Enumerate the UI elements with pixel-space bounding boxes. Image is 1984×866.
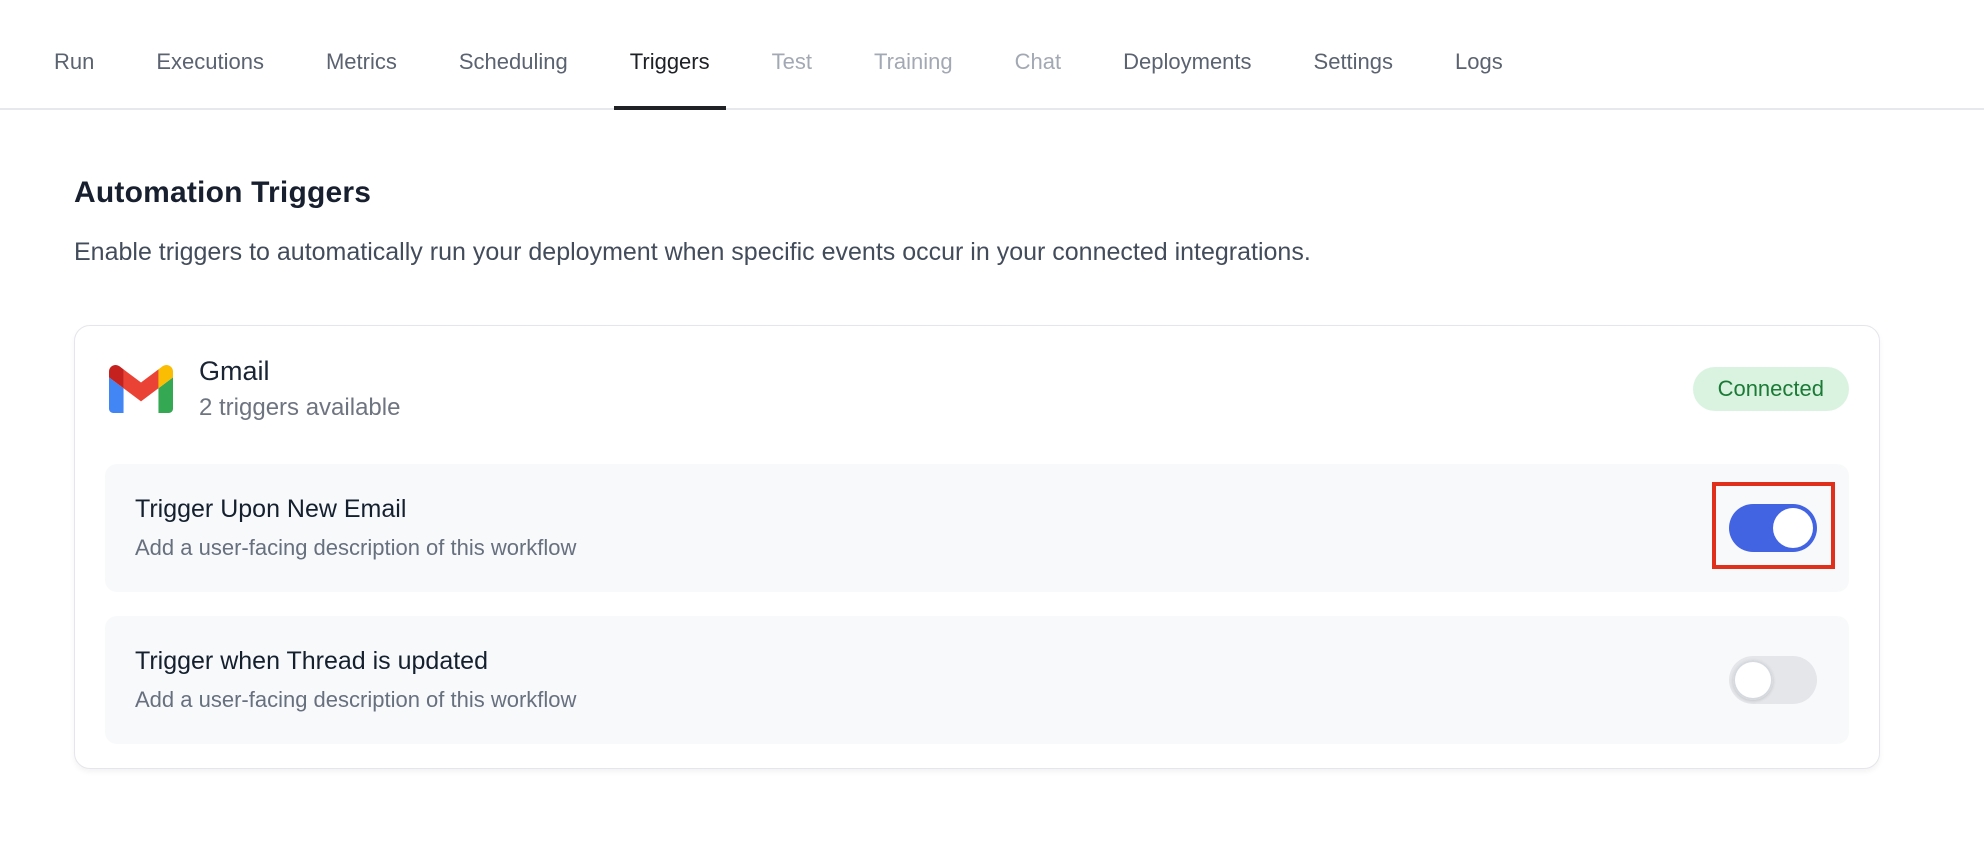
toggle-wrapper	[1729, 504, 1817, 552]
trigger-row-new-email: Trigger Upon New Email Add a user-facing…	[105, 464, 1849, 592]
tab-deployments[interactable]: Deployments	[1107, 16, 1267, 108]
connected-status-badge: Connected	[1693, 367, 1849, 411]
tab-settings[interactable]: Settings	[1298, 16, 1410, 108]
trigger-toggle-thread-updated[interactable]	[1729, 656, 1817, 704]
tab-triggers[interactable]: Triggers	[614, 16, 726, 108]
trigger-list: Trigger Upon New Email Add a user-facing…	[105, 464, 1849, 744]
gmail-icon	[109, 364, 173, 414]
tab-bar: Run Executions Metrics Scheduling Trigge…	[0, 0, 1984, 110]
main-content: Automation Triggers Enable triggers to a…	[0, 176, 1984, 769]
toggle-wrapper	[1729, 656, 1817, 704]
integration-titles: Gmail 2 triggers available	[199, 356, 400, 422]
toggle-knob	[1733, 660, 1773, 700]
integration-card-header: Gmail 2 triggers available Connected	[105, 356, 1849, 422]
trigger-description: Add a user-facing description of this wo…	[135, 535, 576, 561]
integration-trigger-count: 2 triggers available	[199, 394, 400, 422]
trigger-row-thread-updated: Trigger when Thread is updated Add a use…	[105, 616, 1849, 744]
tab-run[interactable]: Run	[38, 16, 110, 108]
trigger-title: Trigger when Thread is updated	[135, 647, 576, 676]
page-description: Enable triggers to automatically run you…	[74, 238, 1880, 267]
tab-training[interactable]: Training	[858, 16, 969, 108]
page-title: Automation Triggers	[74, 176, 1880, 210]
trigger-description: Add a user-facing description of this wo…	[135, 687, 576, 713]
trigger-toggle-new-email[interactable]	[1729, 504, 1817, 552]
tab-executions[interactable]: Executions	[140, 16, 280, 108]
trigger-texts: Trigger when Thread is updated Add a use…	[135, 647, 576, 713]
toggle-knob	[1773, 508, 1813, 548]
trigger-texts: Trigger Upon New Email Add a user-facing…	[135, 495, 576, 561]
trigger-title: Trigger Upon New Email	[135, 495, 576, 524]
tab-chat[interactable]: Chat	[999, 16, 1077, 108]
tab-test[interactable]: Test	[756, 16, 828, 108]
tab-scheduling[interactable]: Scheduling	[443, 16, 584, 108]
gmail-integration-card: Gmail 2 triggers available Connected Tri…	[74, 325, 1880, 769]
tab-logs[interactable]: Logs	[1439, 16, 1519, 108]
tab-metrics[interactable]: Metrics	[310, 16, 413, 108]
integration-name: Gmail	[199, 356, 400, 387]
